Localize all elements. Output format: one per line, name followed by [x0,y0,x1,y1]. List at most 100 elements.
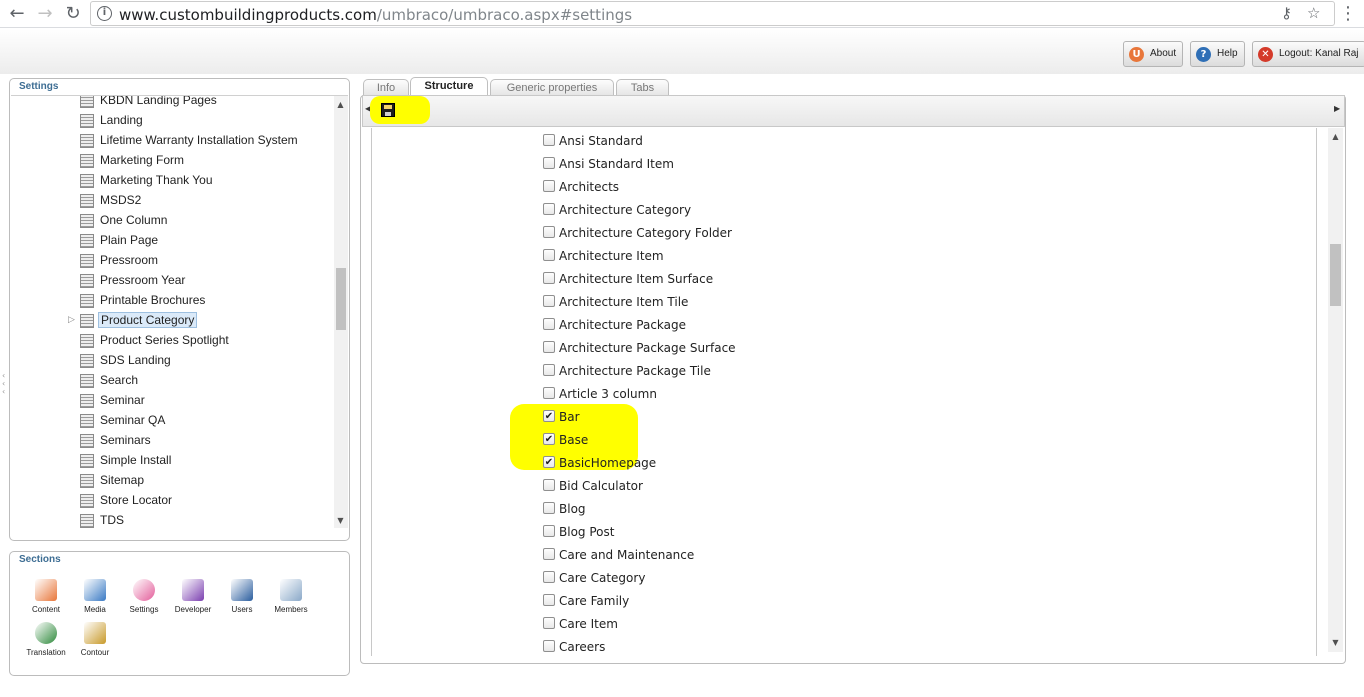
section-contour[interactable]: Contour [73,622,117,657]
child-type-checkbox[interactable] [543,272,555,284]
content-scroll-down-icon[interactable]: ▼ [1330,638,1341,647]
section-members[interactable]: Members [269,579,313,614]
address-bar[interactable]: i www.custombuildingproducts.com/umbraco… [90,1,1335,26]
tree-item-label: Search [100,373,139,387]
tree-item-label: Sitemap [100,473,145,487]
child-type-checkbox[interactable] [543,640,555,652]
document-type-icon [80,354,94,368]
reload-icon[interactable]: ↻ [62,3,84,25]
tree-item-label: MSDS2 [100,193,142,207]
save-highlight [370,96,430,124]
tree-scrollbar[interactable]: ▲ ▼ [334,96,348,528]
scroll-up-icon[interactable]: ▲ [335,100,346,109]
child-type-checkbox[interactable] [543,571,555,583]
child-type-checkbox[interactable] [543,364,555,376]
child-type-label: Care Item [559,617,618,631]
child-type-checkbox[interactable] [543,318,555,330]
document-type-icon [80,274,94,288]
child-type-checkbox[interactable] [543,594,555,606]
document-type-icon [80,96,94,108]
content-scroll-up-icon[interactable]: ▲ [1330,132,1341,141]
tree-item-label: Lifetime Warranty Installation System [100,133,298,147]
section-label: Users [231,605,253,614]
child-type-checkbox[interactable] [543,479,555,491]
tree-item-label: Product Series Spotlight [100,333,229,347]
section-media[interactable]: Media [73,579,117,614]
url-path: /umbraco/umbraco.aspx#settings [376,6,633,24]
child-type-checkbox[interactable] [543,525,555,537]
child-type-checkbox[interactable] [543,249,555,261]
collapse-handle-icon[interactable]: ‹ ‹ ‹ [2,372,5,396]
child-type-label: Article 3 column [559,387,657,401]
tab-structure-label: Structure [424,80,474,92]
document-type-icon [80,434,94,448]
bookmark-star-icon[interactable]: ☆ [1307,4,1320,22]
document-type-icon [80,214,94,228]
tree-item-label: Product Category [98,312,198,328]
key-icon[interactable]: ⚷ [1281,4,1292,22]
document-type-icon [80,314,94,328]
tab-tabs-label: Tabs [630,82,655,94]
child-type-label: Base [559,433,589,447]
child-type-label: Care Category [559,571,646,585]
document-type-icon [80,234,94,248]
expand-arrow-icon[interactable]: ▷ [68,315,75,325]
child-type-checkbox[interactable] [543,157,555,169]
tab-info-label: Info [376,82,396,94]
url-host: www.custombuildingproducts.com [119,6,377,24]
child-type-checkbox[interactable] [543,226,555,238]
section-translation[interactable]: Translation [24,622,68,657]
info-icon[interactable]: i [97,6,112,21]
child-type-label: Architecture Package Tile [559,364,711,378]
section-settings[interactable]: Settings [122,579,166,614]
tab-generic-properties[interactable]: Generic properties [490,79,614,96]
child-type-label: BasicHomepage [559,456,657,470]
child-type-checkbox[interactable]: ✔ [543,456,555,468]
logout-label: Logout: Kanal Raj [1279,48,1359,59]
section-developer[interactable]: Developer [171,579,215,614]
tree-item-label: KBDN Landing Pages [100,95,217,107]
section-label: Media [84,605,106,614]
tab-structure[interactable]: Structure [410,77,488,96]
child-type-checkbox[interactable] [543,387,555,399]
back-icon[interactable]: ← [6,3,28,25]
section-content[interactable]: Content [24,579,68,614]
forward-icon[interactable]: → [34,3,56,25]
logout-button[interactable]: ✕ Logout: Kanal Raj [1252,41,1364,67]
child-type-checkbox[interactable]: ✔ [543,410,555,422]
child-type-checkbox[interactable] [543,203,555,215]
settings-panel-title: Settings [19,81,59,92]
document-type-icon [80,374,94,388]
url-text[interactable]: www.custombuildingproducts.com/umbraco/u… [119,6,632,24]
toolbar-scroll-right-icon[interactable]: ▶ [1334,104,1340,113]
child-type-checkbox[interactable] [543,502,555,514]
content-scrollbar[interactable]: ▲ ▼ [1328,128,1343,652]
section-label: Translation [26,648,66,657]
document-type-icon [80,174,94,188]
help-button[interactable]: ? Help [1190,41,1245,67]
document-type-icon [80,154,94,168]
tree-item-label: Pressroom [100,253,159,267]
save-icon[interactable] [381,103,395,117]
child-type-checkbox[interactable] [543,341,555,353]
child-type-checkbox[interactable] [543,617,555,629]
content-scroll-thumb[interactable] [1330,244,1341,306]
about-button[interactable]: U About [1123,41,1184,67]
menu-icon[interactable]: ⋮ [1337,3,1359,25]
tree-item-label: Pressroom Year [100,273,186,287]
section-users[interactable]: Users [220,579,264,614]
child-type-label: Architecture Item [559,249,664,263]
child-type-label: Ansi Standard [559,134,643,148]
tab-info[interactable]: Info [363,79,409,96]
child-type-checkbox[interactable] [543,134,555,146]
members-icon [280,579,302,601]
scroll-down-icon[interactable]: ▼ [335,516,346,525]
child-type-checkbox[interactable] [543,295,555,307]
child-type-checkbox[interactable] [543,548,555,560]
help-icon: ? [1196,47,1211,62]
developer-icon [182,579,204,601]
tree-scroll-thumb[interactable] [336,268,346,330]
tab-tabs[interactable]: Tabs [616,79,669,96]
child-type-checkbox[interactable] [543,180,555,192]
child-type-checkbox[interactable]: ✔ [543,433,555,445]
